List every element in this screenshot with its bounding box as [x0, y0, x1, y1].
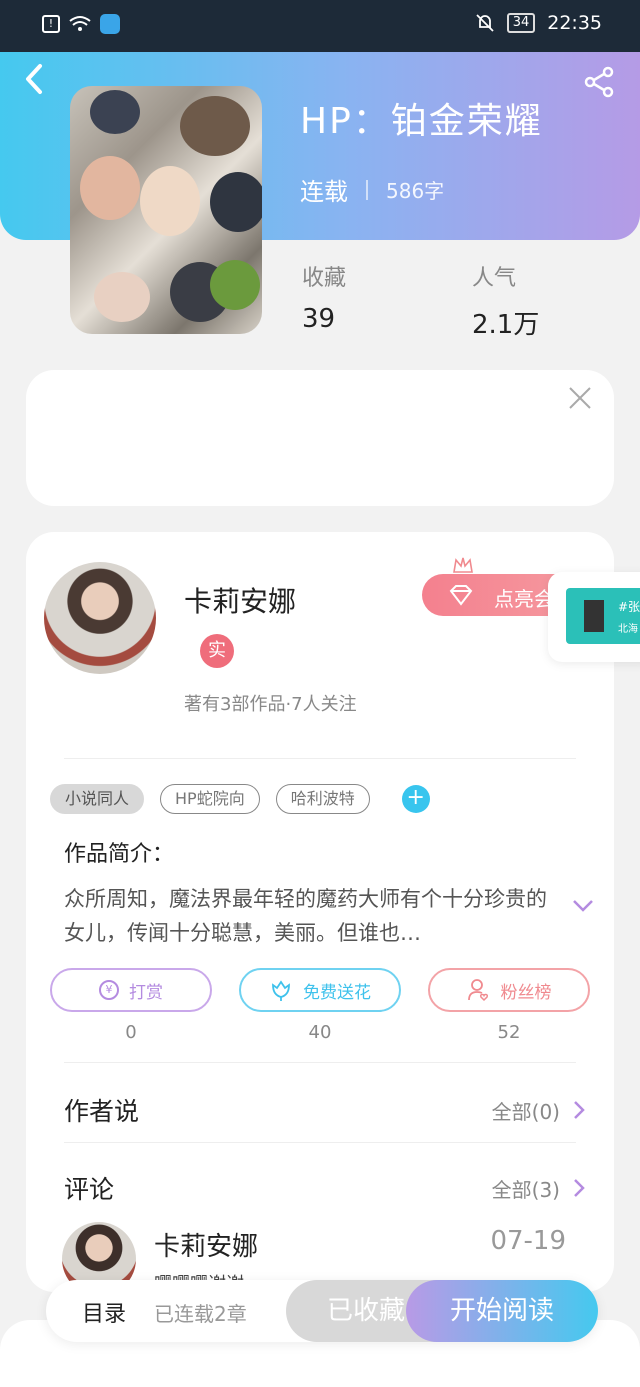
divider [64, 758, 576, 759]
add-tag-button[interactable]: + [401, 785, 430, 813]
chevron-right-icon [574, 1179, 585, 1197]
status-bar: ! 34 22:35 [0, 0, 640, 52]
stat-popularity: 人气 2.1万 [472, 260, 539, 341]
tag-chip[interactable]: 哈利波特 [275, 784, 370, 814]
yen-icon: ¥ [99, 980, 119, 1000]
cover-art [180, 96, 250, 156]
promo-line2: 北海 [618, 624, 638, 635]
close-ad-button[interactable] [566, 384, 594, 412]
cover-art [90, 90, 140, 134]
cover-art [210, 260, 260, 310]
divider [64, 1062, 576, 1063]
start-reading-button[interactable]: 开始阅读 [406, 1280, 598, 1342]
mute-bell-icon [476, 14, 494, 32]
book-info-card: 卡莉安娜 实 著有3部作品·7人关注 点亮会 小说同人 HP蛇院向 哈利波特 +… [26, 532, 614, 1292]
fan-ranking-button[interactable]: 粉丝榜 [428, 968, 590, 1012]
alert-icon: ! [42, 15, 60, 33]
author-name[interactable]: 卡莉安娜 [184, 580, 296, 620]
comments-all[interactable]: 全部(3) [492, 1174, 560, 1203]
flower-action: 免费送花 40 [239, 968, 401, 1043]
intro-title: 作品简介： [64, 842, 175, 867]
battery-level: 34 [506, 13, 536, 33]
clock: 22:35 [547, 12, 602, 34]
intro-text: 众所周知，魔法界最年轻的魔药大师有个十分珍贵的女儿，传闻十分聪慧，美丽。但谁也… [64, 887, 547, 945]
fan-ranking-label: 粉丝榜 [500, 982, 552, 1003]
verified-badge: 实 [200, 634, 234, 668]
comments-row[interactable]: 评论 全部(3) [64, 1170, 586, 1210]
stat-favorites: 收藏 39 [302, 260, 346, 334]
stat-value: 39 [302, 304, 336, 334]
author-says-all[interactable]: 全部(0) [492, 1096, 560, 1125]
author-avatar[interactable] [44, 562, 156, 674]
reward-button[interactable]: ¥ 打赏 [50, 968, 212, 1012]
author-meta: 著有3部作品·7人关注 [184, 694, 357, 715]
toc-button[interactable]: 目录 [82, 1296, 126, 1328]
diamond-icon [449, 585, 473, 606]
send-flower-label: 免费送花 [303, 982, 371, 1003]
promo-image [584, 600, 604, 632]
book-status-row: 连载 586字 [300, 172, 444, 207]
wifi-icon [69, 16, 91, 31]
back-button[interactable] [22, 62, 52, 98]
word-count: 586字 [386, 179, 445, 203]
share-icon [584, 66, 614, 98]
promo-line1: #张 [618, 600, 640, 614]
user-heart-icon [467, 979, 488, 1002]
status-left-icons: ! [42, 14, 120, 34]
divider [64, 1142, 576, 1143]
serial-status: 连载 [300, 178, 348, 206]
stat-value: 2.1万 [472, 310, 540, 340]
cover-art [140, 166, 200, 236]
chevron-down-icon [573, 900, 593, 912]
reward-label: 打赏 [129, 982, 163, 1003]
comment-date: 07-19 [490, 1226, 566, 1256]
bottom-action-bar: 目录 已连载2章 已收藏 开始阅读 [46, 1280, 598, 1342]
reward-count: 0 [125, 1022, 137, 1043]
fans-action: 粉丝榜 52 [428, 968, 590, 1043]
crown-icon [453, 557, 473, 573]
fan-count: 52 [497, 1022, 521, 1043]
stat-label: 收藏 [302, 266, 347, 291]
flower-icon [272, 980, 290, 1001]
comments-title: 评论 [64, 1175, 115, 1204]
author-says-row[interactable]: 作者说 全部(0) [64, 1092, 586, 1132]
floating-promo-card[interactable]: #张 北海 [548, 572, 640, 662]
chevron-right-icon [574, 1101, 585, 1119]
cover-art [94, 272, 150, 322]
flower-count: 40 [308, 1022, 332, 1043]
promo-thumbnail [566, 588, 640, 644]
action-row: ¥ 打赏 0 免费送花 40 粉丝榜 52 [50, 968, 590, 1043]
chevron-left-icon [26, 64, 42, 94]
cover-art [210, 172, 262, 232]
book-cover[interactable] [70, 86, 262, 334]
stat-label: 人气 [472, 266, 517, 291]
tag-chip[interactable]: 小说同人 [50, 784, 145, 814]
close-icon [569, 387, 591, 409]
status-divider [366, 179, 368, 200]
commenter-name: 卡莉安娜 [154, 1232, 259, 1262]
share-button[interactable] [584, 66, 616, 98]
expand-intro-button[interactable] [572, 898, 594, 912]
book-title: HP：铂金荣耀 [300, 101, 543, 142]
chapter-count: 已连载2章 [154, 1302, 247, 1326]
author-says-title: 作者说 [64, 1097, 140, 1126]
status-right-icons: 34 22:35 [475, 12, 602, 34]
app-notification-icon [100, 14, 120, 34]
tag-chip[interactable]: HP蛇院向 [160, 784, 260, 814]
ad-card [26, 370, 614, 506]
reward-action: ¥ 打赏 0 [50, 968, 212, 1043]
tag-list: 小说同人 HP蛇院向 哈利波特 + [50, 784, 430, 814]
cover-art [80, 156, 140, 220]
light-up-label: 点亮会 [494, 587, 554, 611]
send-flower-button[interactable]: 免费送花 [239, 968, 401, 1012]
